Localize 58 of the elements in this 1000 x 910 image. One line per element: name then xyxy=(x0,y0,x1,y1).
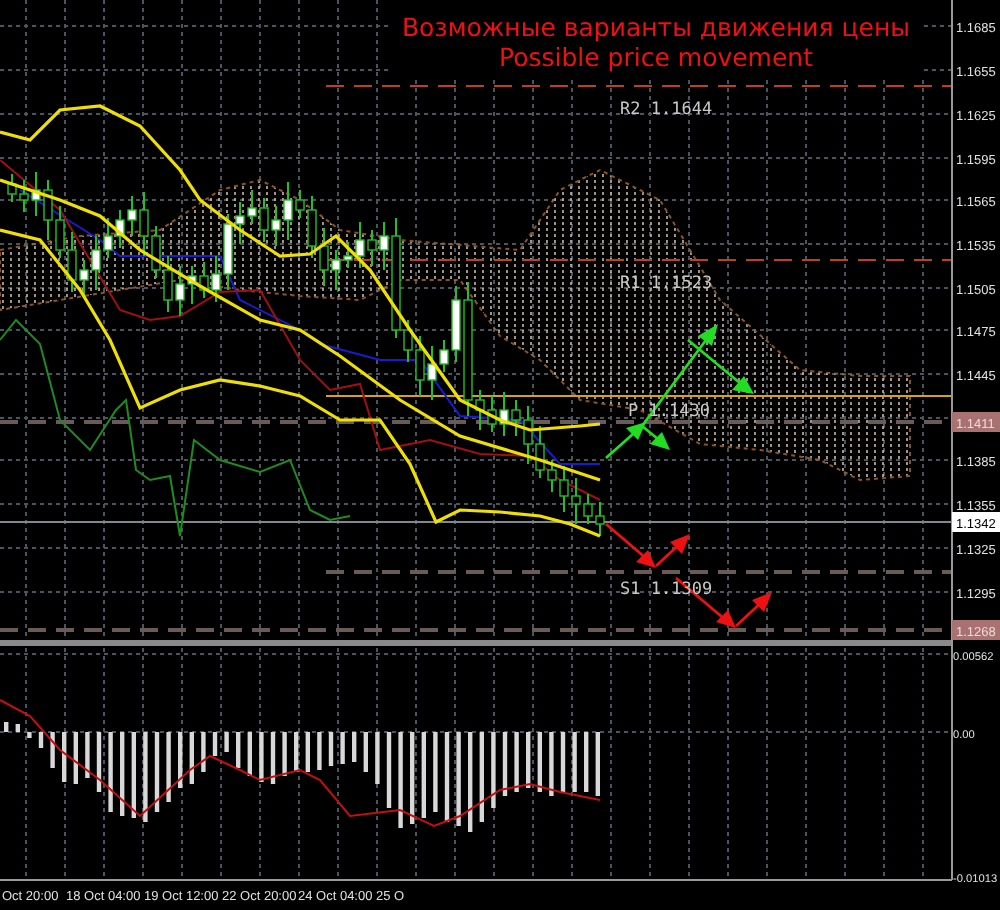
histogram-bar xyxy=(120,732,125,816)
histogram-bar xyxy=(224,732,229,752)
histogram-bar xyxy=(236,732,241,768)
histogram-bar xyxy=(96,732,102,792)
histogram-bar xyxy=(398,732,403,828)
histogram-bar xyxy=(352,732,357,762)
histogram-bar xyxy=(259,732,264,782)
histogram-bar xyxy=(201,732,206,772)
grid-line xyxy=(923,69,953,71)
histogram-bar xyxy=(38,732,44,748)
histogram-bar xyxy=(572,732,577,792)
histogram-bar xyxy=(143,732,148,822)
histogram-bar xyxy=(282,732,287,776)
histogram-bar xyxy=(410,732,415,824)
histogram-bar xyxy=(131,732,136,818)
histogram-bar xyxy=(305,732,310,772)
histogram-bar xyxy=(212,732,218,756)
histogram-bar xyxy=(73,732,78,784)
histogram-bar xyxy=(526,732,531,788)
histogram-bar xyxy=(189,732,194,784)
histogram-bar xyxy=(85,732,90,778)
histogram-bar xyxy=(375,732,380,784)
histogram-bar xyxy=(294,732,299,772)
histogram-bar xyxy=(468,732,473,832)
histogram-bar xyxy=(27,732,32,738)
histogram-bar xyxy=(491,732,496,808)
level-label: R2 1.1644 xyxy=(620,100,713,120)
histogram-bar xyxy=(270,732,276,784)
histogram-bar xyxy=(247,732,252,776)
histogram-bar xyxy=(62,732,67,782)
grid-line xyxy=(923,25,953,27)
histogram-bar xyxy=(421,732,426,818)
histogram-bar xyxy=(317,732,322,770)
chart-subtitle: Possible price movement xyxy=(499,42,813,72)
histogram-bar xyxy=(386,732,392,808)
histogram-bar xyxy=(433,732,438,812)
level-label: R1 1.1523 xyxy=(620,274,713,294)
histogram-bar xyxy=(502,732,508,796)
histogram-bar xyxy=(456,732,461,826)
histogram-bar xyxy=(50,732,55,768)
histogram-bar xyxy=(178,732,183,788)
histogram-bar xyxy=(154,732,160,812)
histogram-bar xyxy=(595,732,600,796)
histogram-bar xyxy=(328,732,334,766)
histogram-bar xyxy=(537,732,542,792)
histogram-bar xyxy=(549,732,554,796)
histogram-bar xyxy=(363,732,368,772)
histogram-bar xyxy=(479,732,484,822)
chart-title: Возможные варианты движения цены xyxy=(401,12,911,42)
histogram-bar xyxy=(4,722,9,732)
histogram-bar xyxy=(444,732,450,822)
histogram-bar xyxy=(584,732,589,792)
histogram-bar xyxy=(166,732,171,802)
histogram-bar xyxy=(340,732,345,764)
histogram-bar xyxy=(560,732,566,792)
histogram-bar xyxy=(15,724,20,732)
histogram-bar xyxy=(108,732,113,812)
histogram-bar xyxy=(514,732,519,792)
